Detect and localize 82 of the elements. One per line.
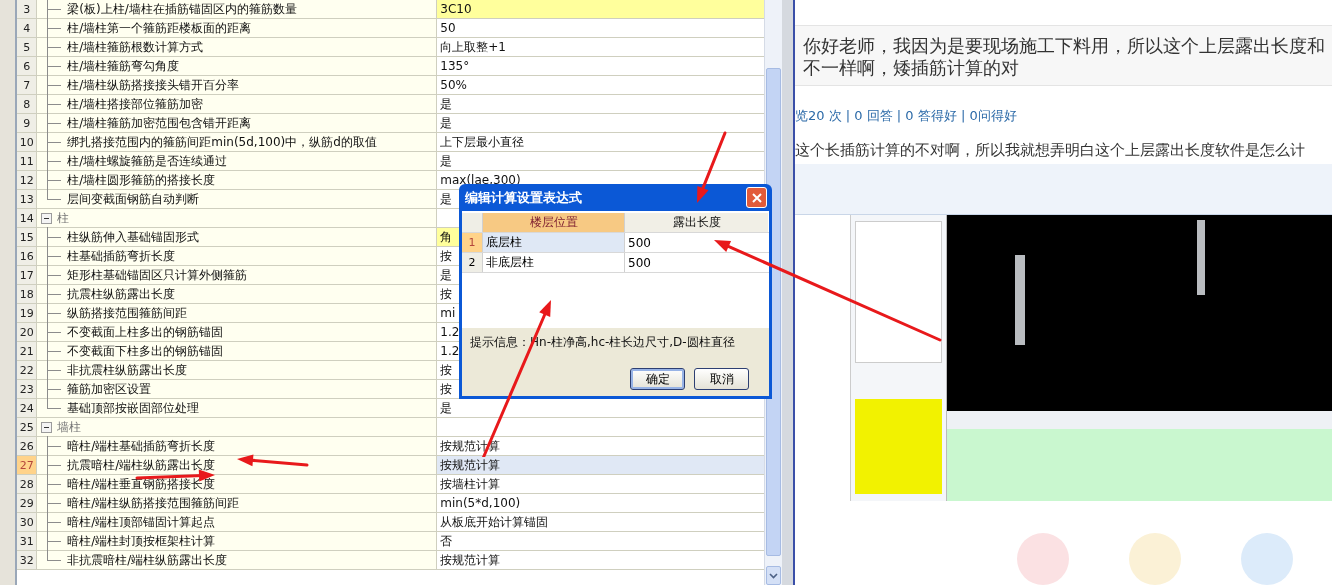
- setting-value[interactable]: 否: [440, 532, 453, 550]
- setting-value[interactable]: 按: [440, 380, 453, 398]
- setting-value[interactable]: 是: [440, 190, 453, 208]
- question-text: 不一样啊，矮插筋计算的对: [803, 57, 1020, 79]
- row-number: 28: [17, 475, 38, 493]
- stats-text[interactable]: 览20 次 | 0 回答 | 0 答得好 | 0问得好: [795, 107, 1332, 125]
- setting-value[interactable]: mi: [440, 306, 456, 320]
- row-number: 32: [17, 551, 38, 569]
- collapse-icon[interactable]: [41, 212, 53, 224]
- setting-value[interactable]: 是: [440, 266, 453, 284]
- column-header[interactable]: 露出长度: [625, 213, 768, 232]
- row-number: 5: [17, 38, 38, 56]
- setting-value[interactable]: 是: [440, 152, 453, 170]
- cancel-button[interactable]: 取消: [694, 368, 749, 390]
- row-number: 13: [17, 190, 38, 208]
- row-number: 23: [17, 380, 38, 398]
- setting-value[interactable]: 是: [440, 95, 453, 113]
- row-number: 24: [17, 399, 38, 417]
- row-number: 18: [17, 285, 38, 303]
- setting-value[interactable]: 按: [440, 247, 453, 265]
- row-number: 22: [17, 361, 38, 379]
- group-label[interactable]: 墙柱: [57, 418, 82, 436]
- row-number: 16: [17, 247, 38, 265]
- row-number: 12: [17, 171, 38, 189]
- setting-value[interactable]: 1.2: [440, 344, 460, 358]
- row-number: 10: [17, 133, 38, 151]
- setting-value[interactable]: max(lae,300): [440, 173, 521, 187]
- floor-cell[interactable]: 底层柱: [483, 233, 625, 252]
- setting-value[interactable]: 上下层最小直径: [440, 133, 525, 151]
- column-header[interactable]: 楼层位置: [483, 213, 625, 232]
- length-cell[interactable]: 500: [625, 253, 768, 272]
- dialog-title: 编辑计算设置表达式: [465, 188, 582, 207]
- row-number: 31: [17, 532, 38, 550]
- collapse-icon[interactable]: [41, 421, 53, 433]
- row-number: 7: [17, 76, 38, 94]
- arrow: [237, 454, 309, 467]
- floor-cell[interactable]: 非底层柱: [483, 253, 625, 272]
- setting-value[interactable]: 3C10: [440, 2, 472, 16]
- length-cell[interactable]: 500: [625, 233, 768, 252]
- setting-value[interactable]: 按: [440, 361, 453, 379]
- arrow: [697, 131, 727, 203]
- setting-value[interactable]: 角: [440, 228, 453, 246]
- question-text: 你好老师，我因为是要现场施工下料用，所以这个上层露出长度和: [803, 35, 1326, 57]
- scroll-down-button[interactable]: [766, 566, 781, 585]
- setting-value[interactable]: 50%: [440, 78, 467, 92]
- row-number: 17: [17, 266, 38, 284]
- setting-value[interactable]: 50: [440, 21, 456, 35]
- setting-value[interactable]: 按: [440, 285, 453, 303]
- setting-value[interactable]: 是: [440, 399, 453, 417]
- row-number: 29: [17, 494, 38, 512]
- setting-value[interactable]: 按规范计算: [440, 456, 501, 474]
- setting-value[interactable]: 向上取整+1: [440, 38, 506, 56]
- row-number: 9: [17, 114, 38, 132]
- close-icon: [751, 192, 762, 203]
- row-number: 20: [17, 323, 38, 341]
- row-number: 26: [17, 437, 38, 455]
- row-number: 2: [462, 253, 483, 272]
- row-number: 15: [17, 228, 38, 246]
- close-button[interactable]: [746, 187, 767, 208]
- row-number: 21: [17, 342, 38, 360]
- row-number: 8: [17, 95, 38, 113]
- row-number: 11: [17, 152, 38, 170]
- chevron-down-icon: [768, 572, 778, 579]
- setting-value[interactable]: 按规范计算: [440, 551, 501, 569]
- group-label[interactable]: 柱: [57, 209, 70, 227]
- row-number: 19: [17, 304, 38, 322]
- setting-value[interactable]: min(5*d,100): [440, 496, 521, 510]
- ok-button[interactable]: 确定: [630, 368, 685, 390]
- setting-value[interactable]: 135°: [440, 59, 470, 73]
- row-number: 14: [17, 209, 38, 227]
- row-number: 4: [17, 19, 38, 37]
- row-number: 6: [17, 57, 38, 75]
- setting-value[interactable]: 1.2: [440, 325, 460, 339]
- setting-value[interactable]: 按墙柱计算: [440, 475, 501, 493]
- row-number: 3: [17, 0, 38, 18]
- row-number: 1: [462, 233, 483, 252]
- setting-value[interactable]: 从板底开始计算锚固: [440, 513, 549, 531]
- setting-value[interactable]: 是: [440, 114, 453, 132]
- row-number: 30: [17, 513, 38, 531]
- row-number: 25: [17, 418, 38, 436]
- row-number: 27: [17, 456, 38, 474]
- answer-text: 这个长插筋计算的不对啊，所以我就想弄明白这个上层露出长度软件是怎么计: [795, 141, 1306, 160]
